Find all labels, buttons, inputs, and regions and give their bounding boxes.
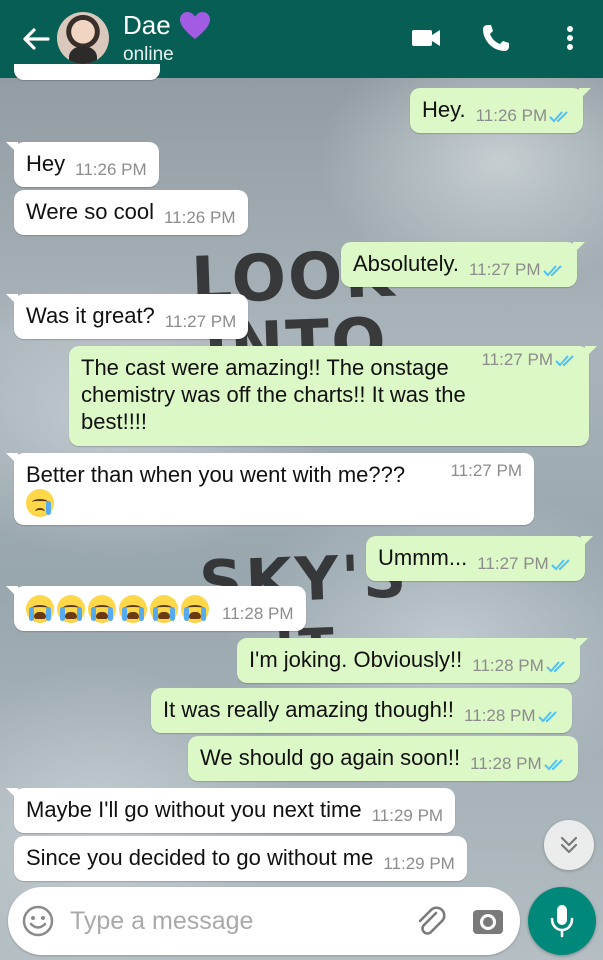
paperclip-icon[interactable] — [412, 903, 448, 939]
message-text: Was it great? — [26, 303, 155, 328]
message-time: 11:29 PM — [383, 854, 455, 873]
message-time: 11:27 PM — [469, 260, 565, 279]
read-receipt-icon — [555, 354, 574, 366]
read-receipt-icon — [549, 110, 568, 122]
message-bubble-outgoing[interactable]: It was really amazing though!! 11:28 PM — [151, 688, 572, 733]
double-chevron-down-icon — [560, 836, 578, 854]
message-text: Since you decided to go without me — [26, 845, 374, 870]
message-bubble-incoming[interactable]: 11:28 PM — [6, 586, 306, 632]
message-time: 11:27 PM — [164, 312, 237, 331]
message-time: 11:27 PM — [477, 554, 573, 573]
loudly-crying-face-emoji-icon — [181, 595, 209, 624]
contact-name[interactable]: Dae — [123, 10, 211, 41]
scroll-to-bottom-button[interactable] — [544, 820, 594, 870]
message-time: 11:26 PM — [163, 208, 236, 227]
message-text: Hey. — [422, 97, 466, 122]
message-text: The cast were amazing!! The onstage chem… — [81, 355, 466, 434]
more-options-icon[interactable] — [552, 20, 588, 56]
message-input[interactable] — [70, 905, 400, 937]
message-text: We should go again soon!! — [200, 745, 461, 770]
message-time: 11:26 PM — [476, 106, 572, 125]
message-time: 11:27 PM — [450, 461, 522, 480]
message-time: 11:27 PM — [481, 346, 577, 440]
message-bubble-outgoing[interactable]: Absolutely. 11:27 PM — [341, 242, 584, 287]
message-composer — [8, 887, 520, 955]
contact-name-text: Dae — [123, 10, 171, 40]
message-text: It was really amazing though!! — [163, 697, 455, 722]
microphone-icon — [550, 905, 574, 938]
emoji-icon[interactable] — [20, 903, 56, 939]
back-arrow-icon[interactable] — [18, 22, 52, 56]
message-time: 11:28 PM — [472, 656, 568, 675]
message-bubble-outgoing[interactable]: Hey. 11:26 PM — [410, 88, 592, 133]
message-text: Were so cool — [26, 199, 154, 224]
message-bubble-incoming[interactable]: Better than when you went with me??? 11:… — [6, 453, 534, 525]
loudly-crying-face-emoji-icon — [119, 595, 147, 624]
message-bubble-incoming[interactable]: Hey 11:26 PM — [6, 142, 159, 187]
contact-avatar[interactable] — [57, 12, 109, 64]
message-text: Hey — [26, 151, 66, 176]
loudly-crying-face-emoji-icon — [88, 595, 116, 624]
message-text: Better than when you went with me??? — [26, 462, 406, 487]
message-bubble-incoming[interactable]: Maybe I'll go without you next time 11:29… — [5, 788, 456, 833]
message-text: Ummm... — [378, 545, 468, 570]
read-receipt-icon — [546, 660, 565, 672]
video-call-icon[interactable] — [408, 20, 444, 56]
read-receipt-icon — [537, 710, 557, 722]
message-bubble-outgoing[interactable]: The cast were amazing!! The onstage chem… — [69, 346, 597, 446]
loudly-crying-face-emoji-icon — [26, 595, 54, 624]
purple-heart-icon — [179, 11, 210, 39]
contact-status: online — [123, 44, 174, 65]
phone-call-icon[interactable] — [478, 20, 514, 56]
message-bubble-incoming[interactable]: Since you decided to go without me 11:29 … — [14, 836, 467, 881]
message-list[interactable]: Hey. 11:26 PM Hey 11:26 PM Were so cool 11:… — [0, 64, 603, 888]
message-bubble-incoming[interactable]: Was it great? 11:27 PM — [5, 294, 249, 339]
message-bubble-outgoing[interactable]: I'm joking. Obviously!! 11:28 PM — [237, 638, 588, 683]
message-time: 11:28 PM — [464, 706, 560, 725]
voice-message-button[interactable] — [528, 887, 596, 955]
camera-icon[interactable] — [470, 903, 506, 939]
message-bubble-incoming[interactable]: Were so cool 11:26 PM — [14, 190, 248, 235]
message-bubble-outgoing[interactable]: Ummm... 11:27 PM — [366, 536, 593, 581]
read-receipt-icon — [543, 758, 563, 770]
message-text: Maybe I'll go without you next time — [26, 797, 362, 822]
read-receipt-icon — [551, 558, 570, 570]
message-time: 11:29 PM — [371, 806, 444, 825]
loudly-crying-face-emoji-icon — [57, 595, 85, 624]
message-time: 11:26 PM — [75, 160, 147, 179]
message-text: I'm joking. Obviously!! — [249, 647, 463, 672]
message-bubble-partial — [14, 64, 160, 80]
message-text: Absolutely. — [353, 251, 459, 276]
message-time: 11:28 PM — [470, 754, 566, 773]
loudly-crying-face-emoji-icon — [150, 595, 178, 624]
message-bubble-outgoing[interactable]: We should go again soon!! 11:28 PM — [188, 736, 578, 781]
crying-face-emoji-icon — [26, 489, 54, 518]
read-receipt-icon — [542, 264, 562, 276]
message-time: 11:28 PM — [222, 604, 294, 623]
